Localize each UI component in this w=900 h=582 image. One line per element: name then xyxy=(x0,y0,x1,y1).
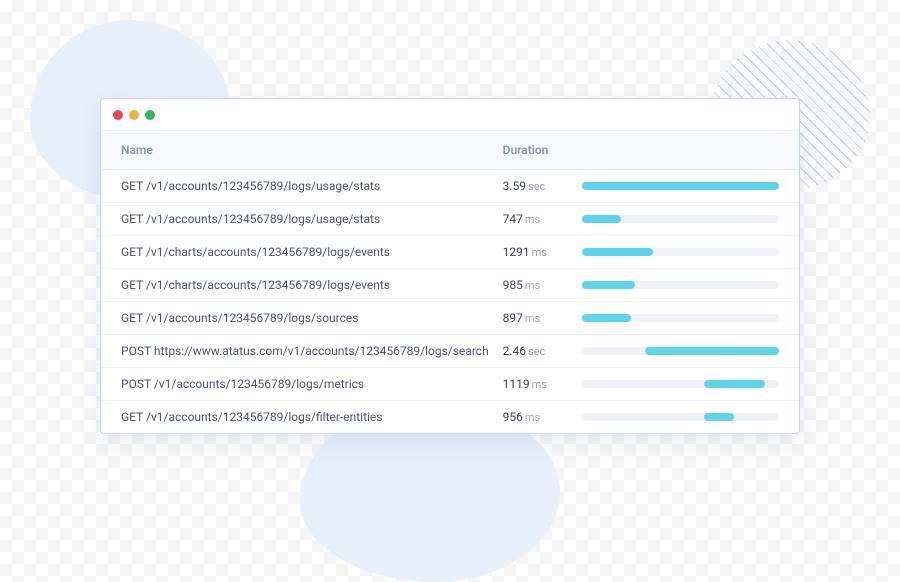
timeline-bar xyxy=(582,281,779,289)
bar-fill xyxy=(582,248,653,256)
bar-fill xyxy=(582,182,779,190)
timeline-bar xyxy=(582,347,779,355)
duration-unit: ms xyxy=(525,411,540,424)
column-header-duration[interactable]: Duration xyxy=(503,143,582,157)
window-titlebar xyxy=(101,99,799,131)
minimize-icon[interactable] xyxy=(129,110,139,120)
table-row[interactable]: GET /v1/charts/accounts/123456789/logs/e… xyxy=(101,269,799,302)
duration-unit: sec xyxy=(528,180,545,193)
close-icon[interactable] xyxy=(113,110,123,120)
duration-value: 3.59 xyxy=(503,179,526,193)
duration-value: 956 xyxy=(503,410,523,424)
bar-fill xyxy=(645,347,779,355)
request-name: POST https://www.atatus.com/v1/accounts/… xyxy=(121,344,503,358)
duration-unit: ms xyxy=(532,246,547,259)
request-duration: 985ms xyxy=(503,278,582,292)
column-header-name[interactable]: Name xyxy=(121,143,503,157)
duration-value: 1119 xyxy=(503,377,530,391)
duration-unit: ms xyxy=(525,279,540,292)
bar-track xyxy=(582,413,779,421)
table-row[interactable]: GET /v1/charts/accounts/123456789/logs/e… xyxy=(101,236,799,269)
duration-value: 897 xyxy=(503,311,523,325)
browser-window: Name Duration GET /v1/accounts/123456789… xyxy=(100,98,800,434)
request-duration: 956ms xyxy=(503,410,582,424)
request-duration: 1119ms xyxy=(503,377,582,391)
bar-fill xyxy=(582,281,635,289)
timeline-bar xyxy=(582,248,779,256)
column-header-bar xyxy=(582,143,779,157)
duration-value: 1291 xyxy=(503,245,530,259)
table-row[interactable]: GET /v1/accounts/123456789/logs/usage/st… xyxy=(101,170,799,203)
table-row[interactable]: POST https://www.atatus.com/v1/accounts/… xyxy=(101,335,799,368)
duration-value: 985 xyxy=(503,278,523,292)
request-duration: 3.59sec xyxy=(503,179,582,193)
bar-fill xyxy=(582,314,631,322)
request-duration: 897ms xyxy=(503,311,582,325)
request-duration: 1291ms xyxy=(503,245,582,259)
request-name: GET /v1/charts/accounts/123456789/logs/e… xyxy=(121,245,503,259)
request-duration: 2.46sec xyxy=(503,344,582,358)
table-header: Name Duration xyxy=(101,131,799,170)
duration-value: 747 xyxy=(503,212,523,226)
table-row[interactable]: GET /v1/accounts/123456789/logs/sources8… xyxy=(101,302,799,335)
duration-unit: ms xyxy=(525,312,540,325)
duration-unit: ms xyxy=(525,213,540,226)
duration-value: 2.46 xyxy=(503,344,526,358)
timeline-bar xyxy=(582,380,779,388)
timeline-bar xyxy=(582,314,779,322)
request-name: POST /v1/accounts/123456789/logs/metrics xyxy=(121,377,503,391)
maximize-icon[interactable] xyxy=(145,110,155,120)
duration-unit: ms xyxy=(532,378,547,391)
duration-unit: sec xyxy=(528,345,545,358)
request-name: GET /v1/accounts/123456789/logs/filter-e… xyxy=(121,410,503,424)
table-body: GET /v1/accounts/123456789/logs/usage/st… xyxy=(101,170,799,433)
timeline-bar xyxy=(582,182,779,190)
request-name: GET /v1/charts/accounts/123456789/logs/e… xyxy=(121,278,503,292)
timeline-bar xyxy=(582,413,779,421)
request-name: GET /v1/accounts/123456789/logs/usage/st… xyxy=(121,179,503,193)
bar-fill xyxy=(582,215,621,223)
request-name: GET /v1/accounts/123456789/logs/sources xyxy=(121,311,503,325)
timeline-bar xyxy=(582,215,779,223)
bar-fill xyxy=(704,413,734,421)
request-duration: 747ms xyxy=(503,212,582,226)
table-row[interactable]: GET /v1/accounts/123456789/logs/usage/st… xyxy=(101,203,799,236)
table-row[interactable]: POST /v1/accounts/123456789/logs/metrics… xyxy=(101,368,799,401)
request-name: GET /v1/accounts/123456789/logs/usage/st… xyxy=(121,212,503,226)
bar-fill xyxy=(704,380,765,388)
table-row[interactable]: GET /v1/accounts/123456789/logs/filter-e… xyxy=(101,401,799,433)
